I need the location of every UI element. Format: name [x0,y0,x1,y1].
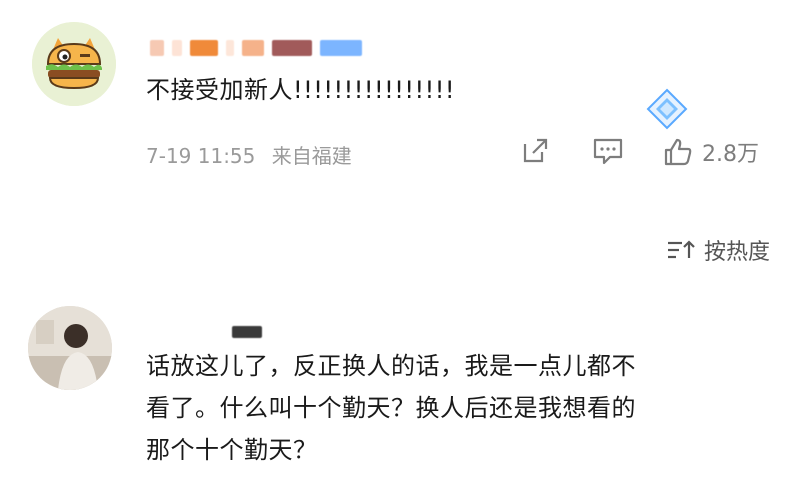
diamond-badge-icon [644,86,690,136]
username-redacted [150,40,362,56]
comment-text: 话放这儿了，反正换人的话，我是一点儿都不 看了。什么叫十个勤天？换人后还是我想看… [146,346,636,470]
comment-icon [593,138,623,165]
like-button[interactable]: 2.8万 [662,136,759,168]
comment-text-line: 看了。什么叫十个勤天？换人后还是我想看的 [146,394,636,422]
hamburger-cat-avatar-icon [32,22,116,106]
comment-date: 7-19 11:55 [146,144,256,168]
sort-by-hot-button[interactable]: 按热度 [666,234,770,266]
like-count: 2.8万 [702,142,759,167]
thumbs-up-icon [664,138,692,166]
comment-location: 来自福建 [271,144,352,168]
photo-avatar-icon [28,306,112,390]
share-icon [523,138,548,163]
reply-button[interactable] [592,136,624,166]
comment-text: 不接受加新人!!!!!!!!!!!!!!!! [146,76,455,104]
avatar[interactable] [32,22,116,106]
username-redacted [232,326,262,338]
avatar[interactable] [28,306,112,390]
share-button[interactable] [520,136,550,166]
sort-icon [667,240,695,259]
comment-timestamp: 7-19 11:55 来自福建 [146,140,352,169]
sort-label: 按热度 [703,240,770,265]
comment-text-line: 那个十个勤天？ [146,436,318,464]
comment-text-line: 话放这儿了，反正换人的话，我是一点儿都不 [146,352,636,380]
